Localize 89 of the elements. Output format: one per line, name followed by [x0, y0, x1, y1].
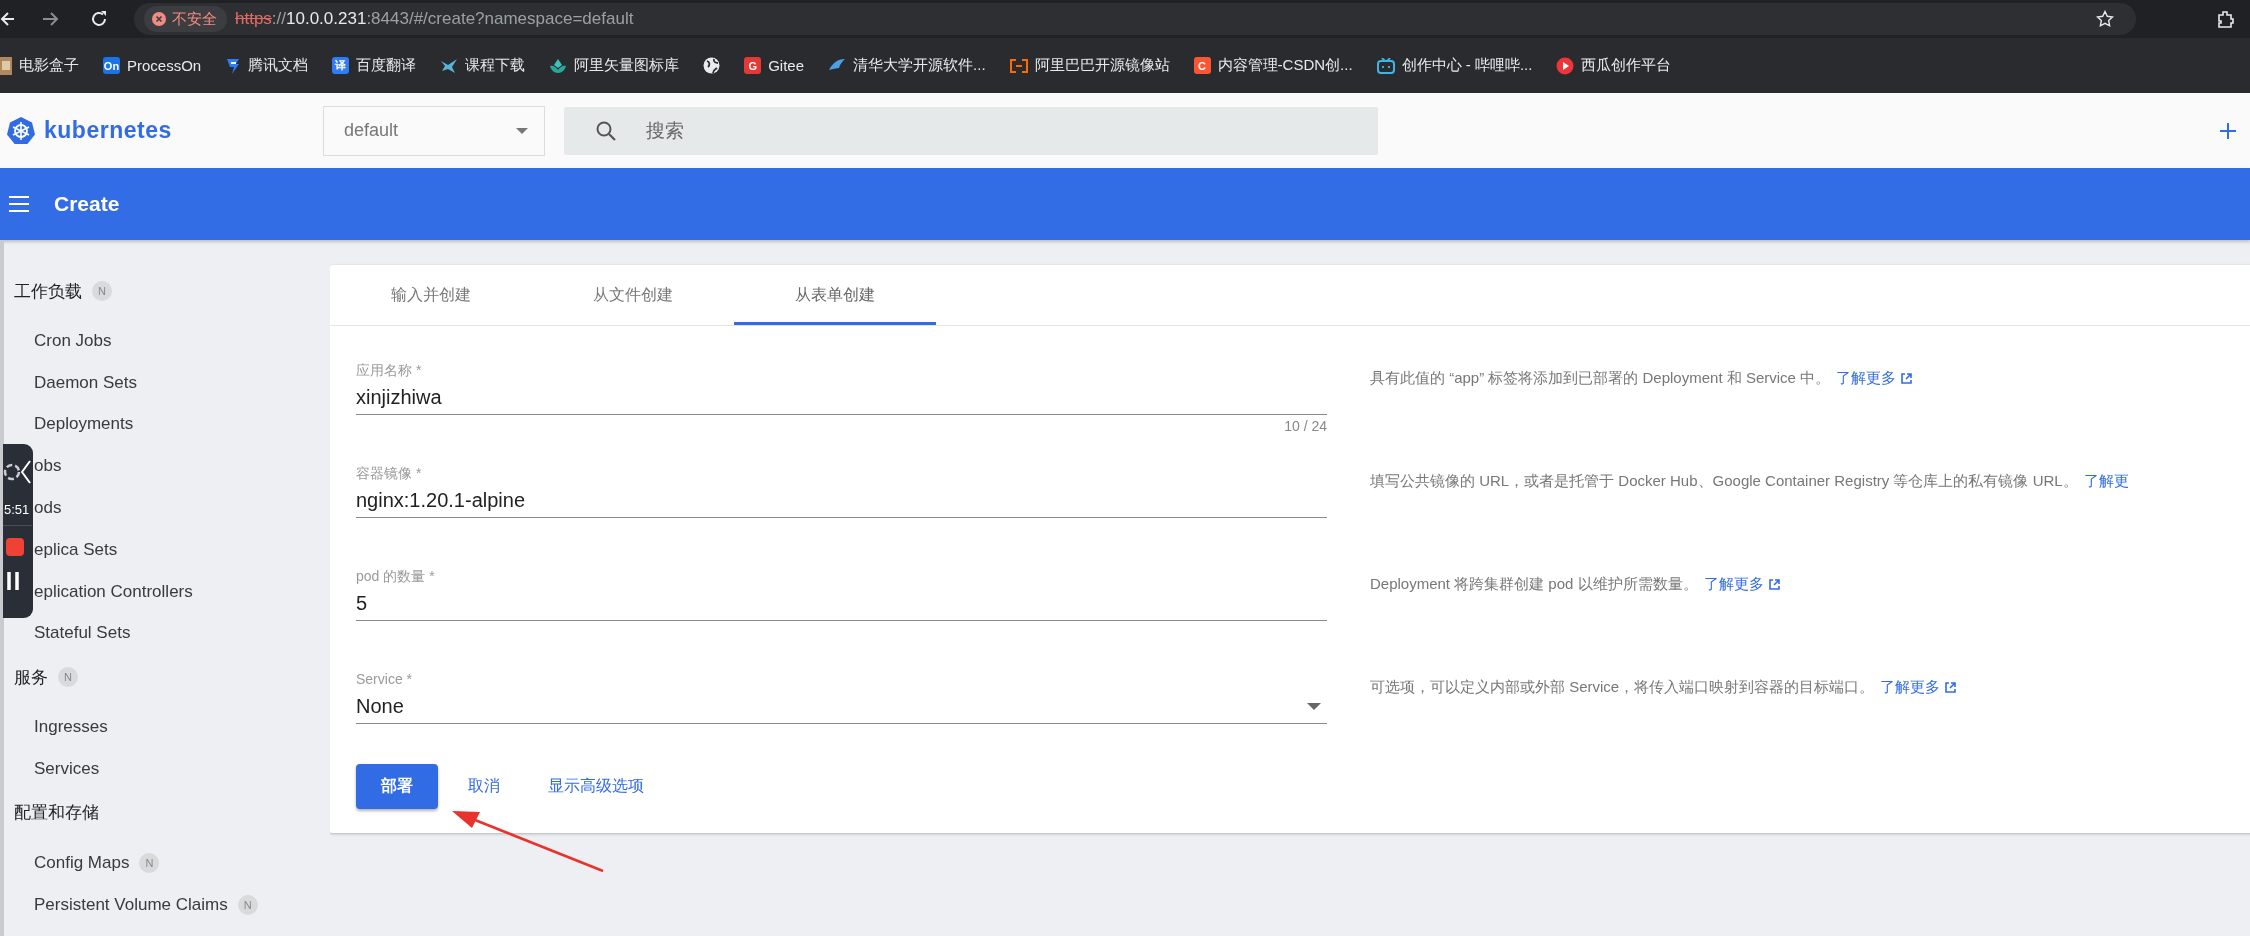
input-field[interactable]: 应用名称 * xinjizhiwa: [356, 360, 1327, 415]
logo-icon: G: [744, 57, 762, 74]
lotus-icon: [549, 57, 568, 74]
sidebar-item[interactable]: obs: [34, 456, 62, 477]
stop-icon[interactable]: [6, 538, 24, 556]
help-text: 可选项，可以定义内部或外部 Service，将传入端口映射到容器的目标端口。 了解更多: [1370, 655, 2250, 758]
sidebar-item[interactable]: Stateful Sets: [34, 623, 131, 644]
add-icon[interactable]: [2220, 122, 2236, 139]
security-chip[interactable]: 不安全: [144, 6, 227, 32]
play-icon: [1556, 56, 1575, 75]
learn-more-link[interactable]: 了解更多: [1880, 678, 1957, 695]
globe-icon: [703, 57, 721, 74]
caret-icon: [516, 127, 528, 134]
logo-icon: On: [103, 57, 120, 74]
collapse-icon[interactable]: [21, 460, 31, 484]
section-heading: 配置和存储: [14, 802, 99, 825]
image-icon: [0, 56, 12, 75]
search-field[interactable]: 搜索: [564, 106, 1378, 155]
sidebar-item[interactable]: ods: [34, 498, 62, 519]
deploy-button[interactable]: 部署: [356, 764, 438, 809]
logo-icon: C: [1193, 57, 1211, 74]
bookmark[interactable]: On ProcessOn: [103, 57, 202, 74]
input-field[interactable]: pod 的数量 * 5: [356, 566, 1327, 621]
swirl-logo-icon: [3, 463, 21, 481]
sidebar-item[interactable]: eplica Sets: [34, 539, 118, 560]
bookmark[interactable]: 阿里巴巴开源镜像站: [1009, 56, 1170, 75]
section-heading: 服务: [14, 666, 48, 689]
learn-more-link[interactable]: 了解更多: [1703, 575, 1780, 592]
learn-more-link[interactable]: 了解更: [2083, 472, 2129, 489]
warning-icon: [152, 12, 166, 26]
address-text: https://10.0.0.231:8443/#/create?namespace=default: [235, 9, 634, 29]
bookmark[interactable]: 课程下载: [440, 56, 526, 75]
tab[interactable]: 输入并创建: [330, 265, 532, 325]
external-link-icon: [1901, 373, 1913, 384]
help-text: Deployment 将跨集群创建 pod 以维护所需数量。 了解更多: [1370, 552, 2250, 655]
bird-icon: [440, 57, 459, 74]
text-button[interactable]: 显示高级选项: [530, 764, 662, 809]
section-heading: 工作负载: [14, 280, 82, 303]
namespace-badge: N: [58, 667, 78, 688]
bookmark[interactable]: 腾讯文档: [225, 56, 309, 75]
bracket-icon: [1009, 58, 1028, 73]
help-text: 填写公共镜像的 URL，或者是托管于 Docker Hub、Google Container Registry 等仓库上的私有镜像 URL。 了解更: [1370, 471, 2130, 491]
document-icon: [225, 56, 242, 75]
select-field[interactable]: Service * None: [356, 669, 1327, 724]
namespace-badge: N: [237, 894, 258, 915]
character-counter: 10 / 24: [1283, 417, 1327, 436]
namespace-badge: N: [92, 281, 112, 301]
page-title: Create: [54, 192, 120, 216]
bookmark[interactable]: C 内容管理-CSDN创...: [1193, 56, 1353, 75]
bookmark[interactable]: 创作中心 - 哔哩哔...: [1376, 56, 1533, 75]
external-link-icon: [1768, 579, 1780, 590]
menu-icon[interactable]: [9, 196, 29, 212]
external-link-icon: [1945, 682, 1957, 693]
sidebar-item[interactable]: Deployments: [34, 414, 134, 435]
address-bar[interactable]: 不安全 https://10.0.0.231:8443/#/create?namespace=default: [134, 3, 2136, 35]
pause-icon[interactable]: [7, 572, 19, 590]
bookmark[interactable]: [703, 57, 721, 74]
sidebar-item[interactable]: Ingresses: [34, 717, 108, 738]
bookmark[interactable]: G Gitee: [744, 57, 805, 74]
learn-more-link[interactable]: 了解更多: [1836, 369, 1913, 386]
kubernetes-logo-icon[interactable]: [6, 115, 36, 146]
star-icon[interactable]: [2096, 10, 2114, 28]
tv-icon: [1376, 57, 1395, 74]
bookmark[interactable]: 阿里矢量图标库: [549, 56, 680, 75]
bookmark[interactable]: 西瓜创作平台: [1556, 56, 1672, 75]
sidebar-item[interactable]: Config Maps: [34, 852, 130, 873]
input-field[interactable]: 容器镜像 * nginx:1.20.1-alpine: [356, 463, 1327, 518]
text-button[interactable]: 取消: [450, 764, 518, 809]
tab[interactable]: 从表单创建: [734, 265, 936, 325]
namespace-select[interactable]: default: [323, 105, 545, 156]
sidebar-item[interactable]: Daemon Sets: [34, 372, 137, 393]
forward-icon[interactable]: [42, 10, 60, 28]
logo-icon: 译: [332, 57, 350, 74]
reload-icon[interactable]: [90, 10, 108, 28]
sidebar-item[interactable]: Services: [34, 759, 100, 780]
namespace-badge: N: [139, 852, 160, 873]
sidebar-item[interactable]: eplication Controllers: [34, 581, 193, 602]
sidebar-item[interactable]: Cron Jobs: [34, 330, 112, 351]
bookmark[interactable]: 清华大学开源软件...: [828, 56, 986, 75]
caret-icon: [1307, 702, 1321, 710]
bookmark[interactable]: 译 百度翻译: [332, 56, 417, 75]
help-text: 具有此值的 “app” 标签将添加到已部署的 Deployment 和 Service 中。 了解更多: [1370, 346, 2250, 449]
brand-name[interactable]: kubernetes: [44, 117, 172, 144]
bookmark[interactable]: 电影盒子: [0, 56, 79, 75]
recording-time: 5:51: [3, 502, 32, 526]
sidebar-item[interactable]: Persistent Volume Claims: [34, 894, 228, 915]
search-icon: [596, 120, 616, 141]
extension-icon[interactable]: [2216, 9, 2236, 29]
tab[interactable]: 从文件创建: [532, 265, 734, 325]
